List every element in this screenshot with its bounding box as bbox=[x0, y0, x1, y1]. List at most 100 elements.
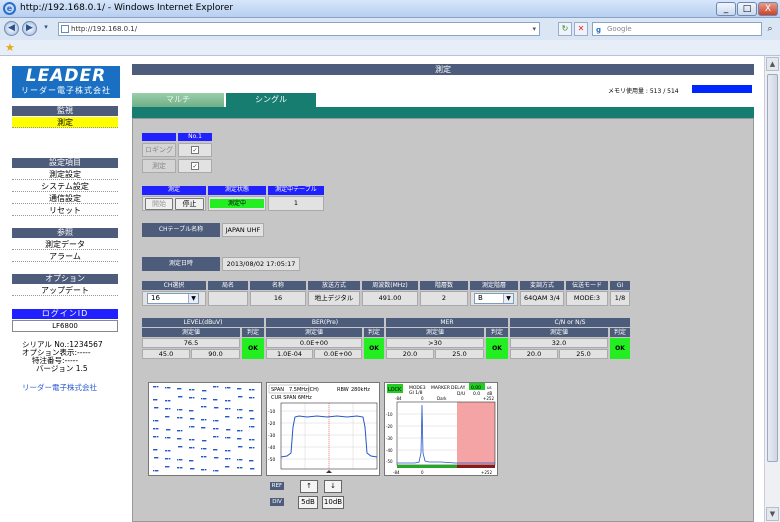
constellation-point bbox=[153, 449, 158, 451]
constellation-point bbox=[165, 437, 171, 439]
scroll-thumb[interactable] bbox=[767, 74, 778, 462]
meter-sub-judge-0: 判定 bbox=[242, 328, 264, 337]
memory-usage-label: メモリ使用量 : 513 / 514 bbox=[608, 88, 679, 95]
constellation-point bbox=[249, 397, 255, 399]
meter-high-0: 90.0 bbox=[191, 349, 240, 359]
constellation-point bbox=[237, 467, 243, 469]
constellation-point bbox=[177, 388, 182, 390]
scroll-up-icon[interactable]: ▲ bbox=[766, 57, 779, 71]
search-input[interactable]: g Google ⌕ bbox=[592, 22, 773, 36]
chevron-down-icon: ▼ bbox=[188, 294, 198, 303]
constellation-point bbox=[153, 399, 158, 401]
meter-sub-measured-2: 測定値 bbox=[386, 328, 484, 337]
delay-tick-30: -30 bbox=[386, 436, 393, 441]
constellation-point bbox=[238, 446, 243, 448]
sidebar-head-option: オプション bbox=[12, 274, 118, 284]
sidebar-item-comm-settings[interactable]: 通信設定 bbox=[12, 193, 118, 204]
ch-select-dropdown[interactable]: 16 ▼ bbox=[147, 293, 199, 304]
constellation-point bbox=[178, 446, 183, 448]
constellation-point bbox=[165, 466, 170, 468]
logging-label: ロギング bbox=[142, 143, 176, 157]
company-link[interactable]: リーダー電子株式会社 bbox=[22, 383, 97, 392]
spectrum-svg: SPAN 7.5MHz(CH) RBW 280kHz CUR SPAN 6MHz… bbox=[268, 384, 378, 473]
forward-icon[interactable]: ▶ bbox=[22, 21, 37, 36]
constellation-point bbox=[154, 407, 159, 409]
span-label: SPAN bbox=[271, 387, 284, 393]
meter-group-2: MER bbox=[386, 318, 508, 327]
constellation-point bbox=[249, 447, 255, 449]
constellation-point bbox=[237, 430, 243, 432]
meter-judge-2: OK bbox=[486, 338, 508, 359]
vertical-scrollbar[interactable]: ▲ ▼ bbox=[764, 56, 780, 522]
refresh-icon[interactable]: ↻ bbox=[558, 22, 572, 36]
meter-low-0: 45.0 bbox=[142, 349, 190, 359]
meas-layer-dropdown[interactable]: B ▼ bbox=[474, 293, 514, 304]
tab-single[interactable]: シングル bbox=[226, 93, 316, 107]
tab-strip bbox=[132, 107, 754, 118]
back-icon[interactable]: ◀ bbox=[4, 21, 19, 36]
constellation-point bbox=[225, 387, 231, 389]
sidebar-item-measure[interactable]: 測定 bbox=[12, 117, 118, 128]
google-icon: g bbox=[596, 26, 602, 34]
constellation-point bbox=[165, 408, 171, 410]
meter-sub-measured-0: 測定値 bbox=[142, 328, 240, 337]
spec-tick-30: -30 bbox=[268, 433, 275, 439]
address-bar[interactable]: http://192.168.0.1/ ▾ bbox=[58, 22, 540, 36]
sidebar-item-measure-settings[interactable]: 測定設定 bbox=[12, 169, 118, 180]
ref-up-button[interactable]: ↑ bbox=[300, 480, 318, 493]
ch-col-select: CH選択 bbox=[142, 281, 206, 290]
div-10db-button[interactable]: 10dB bbox=[322, 496, 344, 509]
meter-sub-measured-1: 測定値 bbox=[266, 328, 362, 337]
meter-high-2: 25.0 bbox=[435, 349, 484, 359]
date-value: 2013/08/02 17:05:17 bbox=[222, 257, 300, 271]
sidebar-item-measure-data[interactable]: 測定データ bbox=[12, 239, 118, 250]
meter-sub-measured-3: 測定値 bbox=[510, 328, 608, 337]
constellation-point bbox=[249, 426, 255, 428]
sidebar-item-update[interactable]: アップデート bbox=[12, 285, 118, 296]
constellation-point bbox=[201, 419, 207, 421]
search-icon[interactable]: ⌕ bbox=[763, 23, 777, 36]
start-button[interactable]: 開始 bbox=[145, 198, 173, 210]
page-icon bbox=[61, 25, 69, 33]
constellation-point bbox=[189, 460, 194, 462]
spec-tick-40: -40 bbox=[268, 445, 275, 451]
lock-indicator: LOCK bbox=[388, 387, 402, 393]
meas-layer-value: B bbox=[478, 294, 483, 302]
rbw-value: 280kHz bbox=[351, 387, 370, 393]
close-button[interactable]: X bbox=[758, 2, 778, 16]
constellation-point bbox=[165, 416, 170, 418]
top-mid-label: 0 bbox=[421, 396, 424, 401]
logging-checkbox[interactable]: ✓ bbox=[191, 146, 199, 154]
ref-label: REF bbox=[270, 482, 284, 490]
sidebar-item-reset[interactable]: リセット bbox=[12, 205, 118, 216]
stop-button[interactable]: 停止 bbox=[175, 198, 204, 210]
ref-down-button[interactable]: ↓ bbox=[324, 480, 342, 493]
ch-gi-value: 1/8 bbox=[610, 291, 630, 306]
meas-table-header: 測定中テーブル bbox=[268, 186, 324, 195]
favorites-star-icon[interactable]: ★ bbox=[5, 41, 15, 54]
div-5db-button[interactable]: 5dB bbox=[298, 496, 318, 509]
meas-header: 測定 bbox=[142, 186, 206, 195]
address-dropdown-icon[interactable]: ▾ bbox=[532, 23, 536, 35]
maximize-button[interactable]: □ bbox=[737, 2, 757, 16]
sidebar-item-alarm[interactable]: アラーム bbox=[12, 251, 118, 262]
constellation-point bbox=[249, 410, 254, 412]
stop-icon[interactable]: ✕ bbox=[574, 22, 588, 36]
x-right-label: +252 bbox=[481, 470, 492, 475]
history-dropdown-icon[interactable]: ▾ bbox=[40, 21, 52, 36]
tab-multi[interactable]: マルチ bbox=[132, 93, 224, 107]
div-label: DIV bbox=[270, 498, 284, 506]
sidebar-item-system-settings[interactable]: システム設定 bbox=[12, 181, 118, 192]
measure-checkbox[interactable]: ✓ bbox=[191, 162, 199, 170]
meter-value-1: 0.0E+00 bbox=[266, 338, 362, 348]
meter-low-2: 20.0 bbox=[386, 349, 434, 359]
minimize-button[interactable]: _ bbox=[716, 2, 736, 16]
measure-checkbox-cell: ✓ bbox=[178, 159, 212, 173]
constellation-point bbox=[177, 430, 183, 432]
constellation-point bbox=[177, 459, 183, 461]
sidebar-head-settings: 設定項目 bbox=[12, 158, 118, 168]
constellation-display bbox=[148, 382, 262, 476]
constellation-point bbox=[225, 450, 231, 452]
scroll-down-icon[interactable]: ▼ bbox=[766, 507, 779, 521]
constellation-point bbox=[154, 457, 159, 459]
